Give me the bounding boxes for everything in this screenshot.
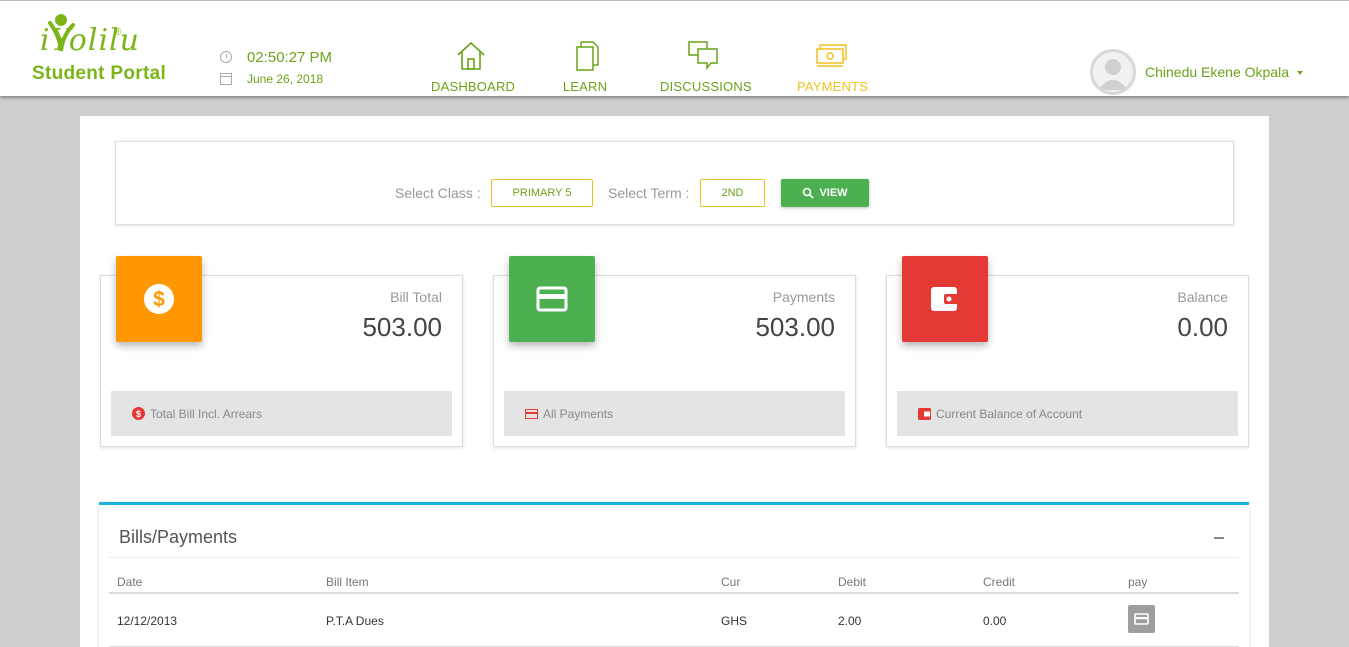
payments-footer: All Payments	[504, 391, 845, 436]
table-header-divider	[109, 592, 1239, 594]
collapse-icon[interactable]	[1214, 537, 1224, 539]
svg-text:$: $	[136, 409, 141, 419]
nav-dashboard[interactable]: DASHBOARD	[431, 39, 516, 95]
bill-total-icon-tile: $	[116, 256, 202, 342]
row-date: 12/12/2013	[117, 614, 178, 628]
app-logo[interactable]: iYolilu ® Student Portal	[32, 11, 182, 91]
select-term-label: Select Term :	[608, 185, 690, 201]
credit-card-icon	[525, 408, 538, 419]
payments-card: Payments 503.00 All Payments	[493, 256, 856, 447]
dollar-icon: $	[144, 284, 174, 314]
nav-discussions[interactable]: DISCUSSIONS	[660, 39, 752, 95]
user-name: Chinedu Ekene Okpala	[1145, 64, 1289, 80]
column-header-debit: Debit	[838, 575, 867, 589]
payments-value: 503.00	[755, 312, 835, 342]
nav-learn[interactable]: LEARN	[560, 39, 610, 95]
balance-footer: Current Balance of Account	[897, 391, 1238, 436]
nav-payments-label: PAYMENTS	[797, 79, 869, 94]
column-header-bill-item: Bill Item	[326, 575, 369, 589]
bill-total-footer: $ Total Bill Incl. Arrears	[111, 391, 452, 436]
current-time: 02:50:27 PM	[247, 48, 333, 66]
avatar[interactable]	[1090, 49, 1136, 95]
logo-wordmark: iYolilu	[40, 23, 140, 58]
payments-title: Payments	[772, 289, 835, 305]
column-header-credit: Credit	[983, 575, 1016, 589]
clock: 02:50:27 PM	[220, 48, 332, 66]
nav-payments[interactable]: PAYMENTS	[797, 39, 869, 95]
user-silhouette-icon	[1098, 59, 1128, 90]
payments-icon-tile	[509, 256, 595, 342]
pay-button[interactable]	[1128, 605, 1155, 633]
column-header-cur: Cur	[721, 575, 741, 589]
balance-footer-text: Current Balance of Account	[936, 406, 1083, 421]
select-term-dropdown[interactable]: 2ND	[700, 179, 765, 207]
filter-panel: Select Class : PRIMARY 5 Select Term : 2…	[115, 141, 1234, 225]
balance-icon-tile	[902, 256, 988, 342]
user-menu[interactable]: Chinedu Ekene Okpala	[1090, 49, 1303, 95]
bills-payments-panel: Bills/Payments Date Bill Item Cur Debit …	[99, 502, 1249, 647]
bills-panel-title: Bills/Payments	[119, 527, 238, 547]
balance-card: Balance 0.00 Current Balance of Account	[886, 256, 1249, 447]
current-date: June 26, 2018	[247, 72, 324, 86]
home-icon	[457, 41, 485, 70]
balance-title: Balance	[1177, 289, 1228, 305]
search-icon	[803, 187, 815, 199]
top-header: iYolilu ® Student Portal 02:50:27 PM Jun…	[0, 0, 1349, 96]
nav-learn-label: LEARN	[562, 79, 608, 94]
svg-text:$: $	[153, 288, 165, 311]
balance-value: 0.00	[1177, 312, 1228, 342]
column-header-pay: pay	[1128, 575, 1148, 589]
chat-icon	[688, 41, 718, 71]
select-class-label: Select Class :	[395, 185, 481, 201]
dollar-icon: $	[132, 407, 145, 420]
registered-mark: ®	[114, 27, 122, 38]
bill-total-footer-text: Total Bill Incl. Arrears	[150, 406, 263, 421]
calendar-icon	[220, 73, 232, 85]
documents-icon	[576, 41, 599, 71]
wallet-icon	[931, 287, 959, 311]
credit-card-icon	[1134, 613, 1149, 625]
wallet-icon	[918, 407, 931, 420]
row-bill-item: P.T.A Dues	[326, 614, 384, 628]
date-display: June 26, 2018	[220, 71, 323, 87]
main-content: Select Class : PRIMARY 5 Select Term : 2…	[80, 116, 1269, 647]
row-currency: GHS	[721, 614, 748, 628]
credit-card-icon	[536, 286, 568, 312]
logo-subtitle: Student Portal	[32, 63, 167, 84]
money-icon	[816, 44, 847, 67]
view-button-label: VIEW	[819, 187, 848, 199]
column-header-date: Date	[117, 575, 143, 589]
nav-dashboard-label: DASHBOARD	[431, 79, 516, 94]
view-button[interactable]: VIEW	[781, 179, 869, 207]
clock-icon	[220, 51, 232, 63]
divider	[109, 557, 1239, 558]
select-class-dropdown[interactable]: PRIMARY 5	[491, 179, 593, 207]
row-credit: 0.00	[983, 614, 1007, 628]
row-debit: 2.00	[838, 614, 862, 628]
nav-discussions-label: DISCUSSIONS	[660, 79, 752, 94]
bill-total-value: 503.00	[362, 312, 442, 342]
chevron-down-icon[interactable]	[1297, 71, 1303, 75]
bill-total-title: Bill Total	[390, 289, 442, 305]
payments-footer-text: All Payments	[543, 406, 614, 421]
bill-total-card: $ Bill Total 503.00 $ Total Bill Incl. A…	[100, 256, 463, 447]
